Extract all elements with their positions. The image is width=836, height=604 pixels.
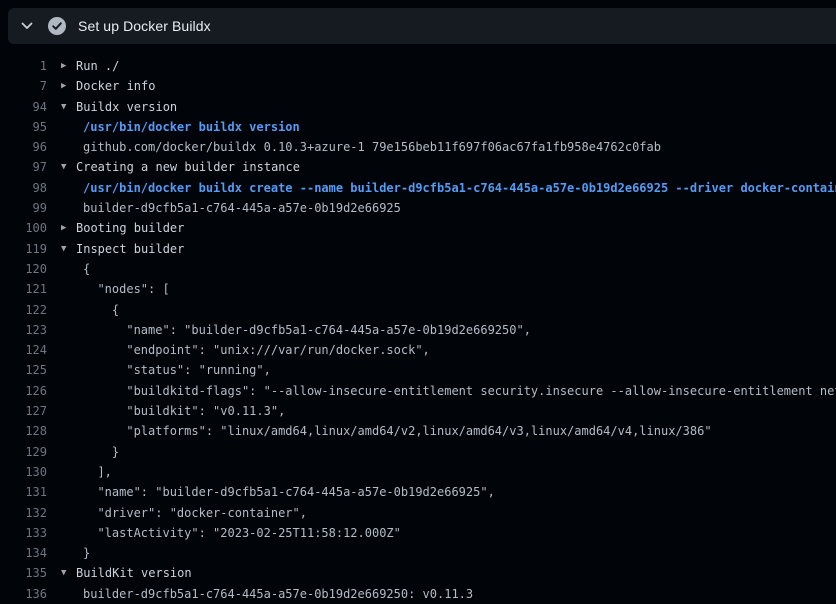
triangle-down-icon: ▼ bbox=[61, 157, 71, 177]
line-number[interactable]: 133 bbox=[0, 523, 47, 543]
line-number[interactable]: 122 bbox=[0, 300, 47, 320]
group-title: Buildx version bbox=[76, 97, 177, 117]
log-line: 99 builder-d9cfb5a1-c764-445a-a57e-0b19d2… bbox=[0, 198, 836, 218]
output-text: builder-d9cfb5a1-c764-445a-a57e-0b19d2e6… bbox=[83, 198, 401, 218]
line-number[interactable]: 134 bbox=[0, 543, 47, 563]
line-number[interactable]: 126 bbox=[0, 381, 47, 401]
triangle-down-icon: ▼ bbox=[61, 97, 71, 117]
log-line: 136 builder-d9cfb5a1-c764-445a-a57e-0b19d… bbox=[0, 584, 836, 604]
line-number[interactable]: 125 bbox=[0, 360, 47, 380]
line-number[interactable]: 120 bbox=[0, 259, 47, 279]
log-line: 126 "buildkitd-flags": "--allow-insecure… bbox=[0, 381, 836, 401]
log-line: 120 { bbox=[0, 259, 836, 279]
log-line: 121 "nodes": [ bbox=[0, 279, 836, 299]
step-header[interactable]: Set up Docker Buildx bbox=[8, 8, 836, 44]
log-line: 131 "name": "builder-d9cfb5a1-c764-445a-… bbox=[0, 482, 836, 502]
output-text: "buildkit": "v0.11.3", bbox=[83, 401, 285, 421]
line-number[interactable]: 1 bbox=[0, 56, 47, 76]
chevron-down-icon[interactable] bbox=[19, 18, 35, 34]
output-text: { bbox=[83, 300, 119, 320]
line-number[interactable]: 135 bbox=[0, 563, 47, 583]
group-title: BuildKit version bbox=[76, 563, 192, 583]
log-line: 98/usr/bin/docker buildx create --name b… bbox=[0, 178, 836, 198]
step-title: Set up Docker Buildx bbox=[78, 18, 211, 34]
log-group-line[interactable]: 94 ▼Buildx version bbox=[0, 97, 836, 117]
log-group-line[interactable]: 1 ▶Run ./ bbox=[0, 56, 836, 76]
output-text: "driver": "docker-container", bbox=[83, 503, 307, 523]
line-number[interactable]: 127 bbox=[0, 401, 47, 421]
output-text: ], bbox=[83, 462, 112, 482]
output-text: "endpoint": "unix:///var/run/docker.sock… bbox=[83, 340, 430, 360]
group-title: Inspect builder bbox=[76, 239, 184, 259]
log-group-line[interactable]: 100 ▶Booting builder bbox=[0, 218, 836, 238]
log-line: 129 } bbox=[0, 442, 836, 462]
line-number[interactable]: 119 bbox=[0, 239, 47, 259]
line-number[interactable]: 136 bbox=[0, 584, 47, 604]
log-line: 125 "status": "running", bbox=[0, 360, 836, 380]
log-group-line[interactable]: 135 ▼BuildKit version bbox=[0, 563, 836, 583]
log-line: 130 ], bbox=[0, 462, 836, 482]
log-line: 124 "endpoint": "unix:///var/run/docker.… bbox=[0, 340, 836, 360]
log-line: 132 "driver": "docker-container", bbox=[0, 503, 836, 523]
command-text: /usr/bin/docker buildx version bbox=[83, 117, 300, 137]
triangle-right-icon: ▶ bbox=[61, 218, 71, 238]
output-text: } bbox=[83, 442, 119, 462]
line-number[interactable]: 97 bbox=[0, 157, 47, 177]
line-number[interactable]: 98 bbox=[0, 178, 47, 198]
output-text: "status": "running", bbox=[83, 360, 271, 380]
log-line: 134} bbox=[0, 543, 836, 563]
line-number[interactable]: 130 bbox=[0, 462, 47, 482]
group-title: Booting builder bbox=[76, 218, 184, 238]
log-group-line[interactable]: 7 ▶Docker info bbox=[0, 76, 836, 96]
output-text: builder-d9cfb5a1-c764-445a-a57e-0b19d2e6… bbox=[83, 584, 473, 604]
output-text: github.com/docker/buildx 0.10.3+azure-1 … bbox=[83, 137, 661, 157]
line-number[interactable]: 123 bbox=[0, 320, 47, 340]
log-group-line[interactable]: 97 ▼Creating a new builder instance bbox=[0, 157, 836, 177]
log-line: 95/usr/bin/docker buildx version bbox=[0, 117, 836, 137]
output-text: } bbox=[83, 543, 90, 563]
line-number[interactable]: 96 bbox=[0, 137, 47, 157]
log-line: 123 "name": "builder-d9cfb5a1-c764-445a-… bbox=[0, 320, 836, 340]
log-line: 133 "lastActivity": "2023-02-25T11:58:12… bbox=[0, 523, 836, 543]
line-number[interactable]: 95 bbox=[0, 117, 47, 137]
output-text: "platforms": "linux/amd64,linux/amd64/v2… bbox=[83, 421, 712, 441]
line-number[interactable]: 129 bbox=[0, 442, 47, 462]
triangle-down-icon: ▼ bbox=[61, 239, 71, 259]
output-text: { bbox=[83, 259, 90, 279]
line-number[interactable]: 99 bbox=[0, 198, 47, 218]
group-title: Creating a new builder instance bbox=[76, 157, 300, 177]
line-number[interactable]: 100 bbox=[0, 218, 47, 238]
log-group-line[interactable]: 119 ▼Inspect builder bbox=[0, 239, 836, 259]
triangle-right-icon: ▶ bbox=[61, 56, 71, 76]
output-text: "lastActivity": "2023-02-25T11:58:12.000… bbox=[83, 523, 401, 543]
group-title: Run ./ bbox=[76, 56, 119, 76]
line-number[interactable]: 124 bbox=[0, 340, 47, 360]
log-line: 122 { bbox=[0, 300, 836, 320]
output-text: "name": "builder-d9cfb5a1-c764-445a-a57e… bbox=[83, 320, 531, 340]
log-line: 128 "platforms": "linux/amd64,linux/amd6… bbox=[0, 421, 836, 441]
log-line: 127 "buildkit": "v0.11.3", bbox=[0, 401, 836, 421]
group-title: Docker info bbox=[76, 76, 155, 96]
log-line: 96 github.com/docker/buildx 0.10.3+azure-… bbox=[0, 137, 836, 157]
triangle-down-icon: ▼ bbox=[61, 563, 71, 583]
log-viewer: 1▶Run ./7▶Docker info94▼Buildx version95… bbox=[0, 44, 836, 604]
output-text: "buildkitd-flags": "--allow-insecure-ent… bbox=[83, 381, 836, 401]
line-number[interactable]: 94 bbox=[0, 97, 47, 117]
line-number[interactable]: 132 bbox=[0, 503, 47, 523]
line-number[interactable]: 7 bbox=[0, 76, 47, 96]
check-circle-icon bbox=[48, 17, 66, 35]
output-text: "nodes": [ bbox=[83, 279, 170, 299]
line-number[interactable]: 121 bbox=[0, 279, 47, 299]
line-number[interactable]: 131 bbox=[0, 482, 47, 502]
command-text: /usr/bin/docker buildx create --name bui… bbox=[83, 178, 836, 198]
line-number[interactable]: 128 bbox=[0, 421, 47, 441]
triangle-right-icon: ▶ bbox=[61, 76, 71, 96]
output-text: "name": "builder-d9cfb5a1-c764-445a-a57e… bbox=[83, 482, 495, 502]
